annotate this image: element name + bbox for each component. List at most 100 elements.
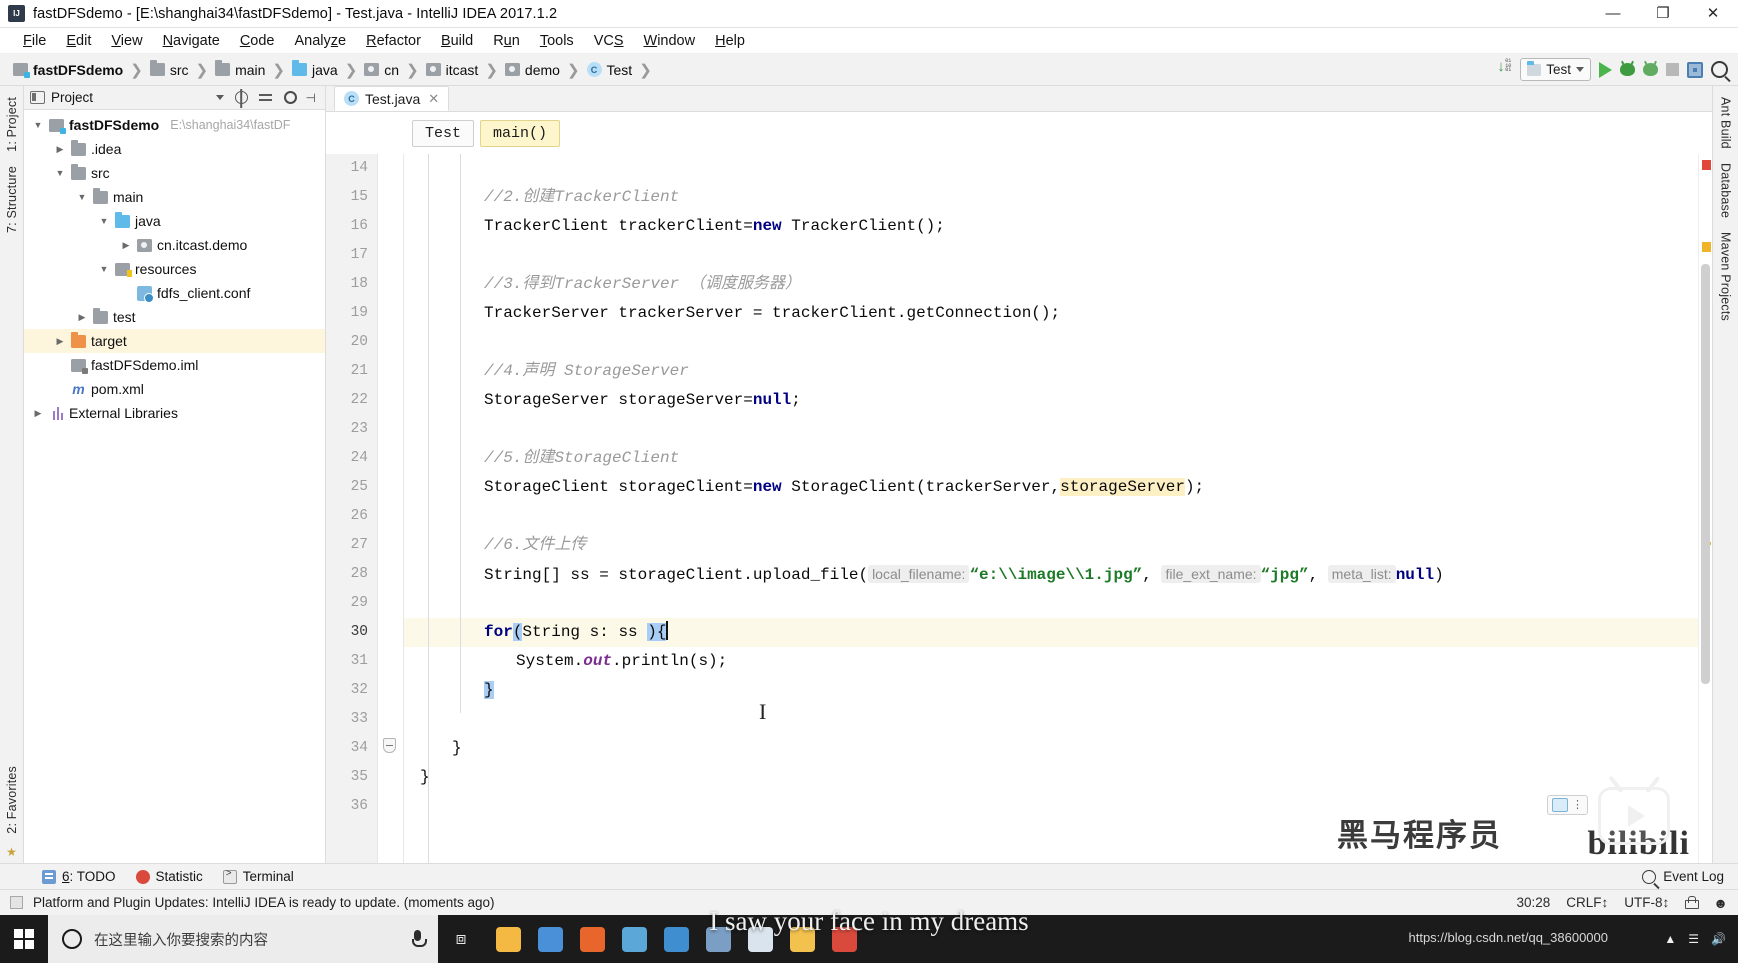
tree-row[interactable]: cn.itcast.demo (24, 233, 325, 257)
code-line[interactable]: //3.得到TrackerServer （调度服务器） (404, 270, 1698, 299)
tree-expand-arrow-icon[interactable] (54, 168, 66, 178)
warning-marker[interactable] (1702, 242, 1711, 252)
code-line[interactable] (404, 415, 1698, 444)
code-line[interactable]: TrackerClient trackerClient=new TrackerC… (404, 212, 1698, 241)
code-line[interactable] (404, 792, 1698, 821)
code-line[interactable] (404, 589, 1698, 618)
lock-icon[interactable] (1685, 896, 1700, 909)
error-stripe-marker-bar[interactable] (1698, 154, 1712, 863)
code-line[interactable]: //6.文件上传 (404, 531, 1698, 560)
tree-row[interactable]: test (24, 305, 325, 329)
breadcrumb-item-java[interactable]: java (289, 58, 341, 82)
tree-expand-arrow-icon[interactable] (98, 264, 110, 274)
tree-expand-arrow-icon[interactable] (76, 192, 88, 202)
tree-row[interactable]: fdfs_client.conf (24, 281, 325, 305)
code-folding-column[interactable] (378, 154, 404, 863)
tool-window-todo[interactable]: 6: TODO (42, 869, 116, 884)
menu-view[interactable]: View (102, 31, 151, 51)
menu-code[interactable]: Code (231, 31, 284, 51)
menu-refactor[interactable]: Refactor (357, 31, 430, 51)
chevron-down-icon[interactable] (215, 95, 224, 100)
tree-row[interactable]: fastDFSdemo.iml (24, 353, 325, 377)
line-number[interactable]: 35 (326, 763, 377, 792)
breadcrumb-item-cn[interactable]: cn (361, 58, 402, 82)
structure-chip-main[interactable]: main() (480, 119, 561, 147)
line-number[interactable]: 25 (326, 473, 377, 502)
tool-window-terminal[interactable]: Terminal (222, 868, 294, 884)
locate-icon[interactable] (234, 91, 248, 104)
sidebar-tab-maven-projects[interactable]: Maven Projects (1717, 225, 1735, 328)
code-line[interactable] (404, 502, 1698, 531)
breadcrumb-item-demo[interactable]: demo (502, 58, 563, 82)
code-line[interactable]: } (404, 734, 1698, 763)
inspection-widget[interactable]: ⋮ (1547, 795, 1588, 815)
code-line[interactable] (404, 328, 1698, 357)
tree-row[interactable]: java (24, 209, 325, 233)
line-number[interactable]: 15 (326, 183, 377, 212)
code-line[interactable]: System.out.println(s); (404, 647, 1698, 676)
code-line[interactable]: } (404, 763, 1698, 792)
line-number[interactable]: 18 (326, 270, 377, 299)
line-number[interactable]: 33 (326, 705, 377, 734)
line-number[interactable]: 14 (326, 154, 377, 183)
tree-row[interactable]: fastDFSdemo E:\shanghai34\fastDF (24, 113, 325, 137)
tree-expand-arrow-icon[interactable] (76, 312, 88, 323)
menu-navigate[interactable]: Navigate (154, 31, 229, 51)
project-tree[interactable]: fastDFSdemoE:\shanghai34\fastDF.ideasrcm… (24, 110, 325, 863)
chrome-icon[interactable] (530, 915, 570, 963)
breadcrumb-item-main[interactable]: main (212, 58, 268, 82)
tree-expand-arrow-icon[interactable] (32, 408, 44, 419)
windows-start-icon[interactable] (0, 915, 48, 963)
sidebar-tab-ant-build[interactable]: Ant Build (1717, 90, 1735, 156)
tree-row[interactable]: resources (24, 257, 325, 281)
code-line[interactable]: TrackerServer trackerServer = trackerCli… (404, 299, 1698, 328)
code-line[interactable]: StorageClient storageClient=new StorageC… (404, 473, 1698, 502)
collapse-all-icon[interactable] (258, 91, 272, 104)
tray-arrow-icon[interactable]: ▲ (1664, 932, 1676, 946)
editor-scrollbar-thumb[interactable] (1701, 264, 1710, 684)
code-line[interactable]: } (404, 676, 1698, 705)
menu-run[interactable]: Run (484, 31, 529, 51)
encoding-indicator[interactable]: UTF-8↕ (1624, 895, 1669, 910)
hector-icon[interactable]: ☻ (1713, 895, 1728, 911)
firefox-icon[interactable] (572, 915, 612, 963)
line-number[interactable]: 19 (326, 299, 377, 328)
sidebar-tab-project[interactable]: 1: Project (3, 90, 21, 159)
line-number[interactable]: 22 (326, 386, 377, 415)
code-line[interactable]: //4.声明 StorageServer (404, 357, 1698, 386)
search-everywhere-icon[interactable] (1711, 61, 1728, 78)
line-number[interactable]: 21 (326, 357, 377, 386)
media-player-icon[interactable] (698, 915, 738, 963)
code-line[interactable] (404, 154, 1698, 183)
editplus-icon[interactable] (656, 915, 696, 963)
task-view-icon[interactable]: ⧈ (438, 915, 484, 963)
editor-tab-test-java[interactable]: C Test.java ✕ (334, 86, 450, 111)
menu-help[interactable]: Help (706, 31, 754, 51)
tree-row[interactable]: main (24, 185, 325, 209)
run-configuration-selector[interactable]: Test (1520, 58, 1591, 81)
file-explorer-icon[interactable] (488, 915, 528, 963)
notepad-icon[interactable] (740, 915, 780, 963)
pdf-icon[interactable] (824, 915, 864, 963)
compile-icon[interactable] (1497, 58, 1512, 77)
line-number[interactable]: 20 (326, 328, 377, 357)
menu-analyze[interactable]: Analyze (286, 31, 356, 51)
hide-panel-icon[interactable]: ⊣ (303, 91, 319, 105)
line-number[interactable]: 26 (326, 502, 377, 531)
breadcrumb-item-project[interactable]: fastDFSdemo (10, 58, 126, 82)
close-icon[interactable]: ✕ (428, 91, 439, 107)
database-grid-icon[interactable] (1687, 61, 1703, 78)
line-number[interactable]: 34 (326, 734, 377, 763)
run-button[interactable] (1599, 61, 1612, 78)
line-number[interactable]: 36 (326, 792, 377, 821)
sidebar-tab-structure[interactable]: 7: Structure (3, 159, 21, 240)
line-number[interactable]: 30 (326, 618, 377, 647)
menu-build[interactable]: Build (432, 31, 482, 51)
line-number[interactable]: 17 (326, 241, 377, 270)
status-message[interactable]: Platform and Plugin Updates: IntelliJ ID… (33, 895, 495, 910)
minimize-button[interactable]: — (1588, 0, 1638, 27)
menu-window[interactable]: Window (635, 31, 705, 51)
code-line[interactable] (404, 241, 1698, 270)
code-line[interactable]: for(String s: ss ){ (404, 618, 1698, 647)
menu-file[interactable]: File (14, 31, 55, 51)
